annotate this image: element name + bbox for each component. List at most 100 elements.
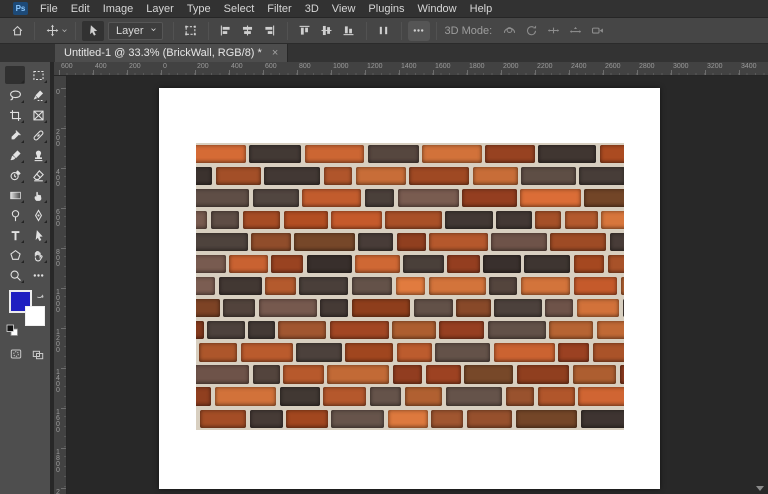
shape-tool[interactable] bbox=[5, 246, 25, 264]
menu-item-select[interactable]: Select bbox=[220, 0, 259, 18]
menu-item-plugins[interactable]: Plugins bbox=[364, 0, 408, 18]
align-bottom-edges-icon[interactable] bbox=[338, 21, 360, 41]
brick bbox=[352, 277, 393, 295]
brick bbox=[574, 255, 605, 273]
home-icon[interactable] bbox=[6, 21, 28, 41]
type-tool[interactable] bbox=[5, 226, 25, 244]
canvas-page[interactable] bbox=[159, 88, 660, 489]
swap-colors-icon[interactable] bbox=[35, 287, 46, 305]
menu-item-type[interactable]: Type bbox=[183, 0, 215, 18]
brick bbox=[223, 299, 255, 317]
brick bbox=[435, 343, 490, 361]
ruler-tick bbox=[195, 70, 196, 75]
ruler-tick bbox=[467, 70, 468, 75]
document-tab[interactable]: Untitled-1 @ 33.3% (BrickWall, RGB/8) * … bbox=[55, 44, 288, 62]
background-color-swatch[interactable] bbox=[25, 306, 45, 326]
menu-item-edit[interactable]: Edit bbox=[67, 0, 94, 18]
default-colors-icon[interactable] bbox=[6, 324, 19, 342]
menu-item-view[interactable]: View bbox=[328, 0, 360, 18]
vertical-ruler[interactable]: 02 0 04 0 06 0 08 0 01 0 0 01 2 0 01 4 0… bbox=[54, 76, 67, 494]
clone-stamp-tool[interactable] bbox=[28, 146, 48, 164]
gradient-tool[interactable] bbox=[5, 186, 25, 204]
pasteboard bbox=[67, 76, 768, 494]
object-selection-tool[interactable] bbox=[28, 86, 48, 104]
chevron-down-icon bbox=[144, 25, 158, 37]
path-selection-tool[interactable] bbox=[28, 226, 48, 244]
align-top-edges-icon[interactable] bbox=[294, 21, 316, 41]
brick bbox=[581, 410, 624, 428]
brick bbox=[593, 343, 624, 361]
menu-item-filter[interactable]: Filter bbox=[263, 0, 295, 18]
brick bbox=[385, 211, 441, 229]
brick bbox=[294, 233, 354, 251]
rectangular-marquee-tool[interactable] bbox=[28, 66, 48, 84]
options-divider bbox=[173, 22, 174, 40]
distribute-icon[interactable] bbox=[373, 21, 395, 41]
auto-select-icon[interactable] bbox=[82, 21, 104, 41]
ruler-tick bbox=[433, 70, 434, 75]
roll-3d-camera-icon[interactable] bbox=[520, 21, 542, 41]
brick bbox=[396, 277, 426, 295]
auto-select-target-dropdown[interactable]: Layer bbox=[108, 22, 163, 40]
orbit-3d-camera-icon[interactable] bbox=[498, 21, 520, 41]
brick bbox=[538, 387, 575, 405]
lasso-tool[interactable] bbox=[5, 86, 25, 104]
spot-healing-brush-tool[interactable] bbox=[28, 126, 48, 144]
drag-3d-camera-icon[interactable] bbox=[542, 21, 564, 41]
menu-item-image[interactable]: Image bbox=[99, 0, 138, 18]
brush-tool[interactable] bbox=[5, 146, 25, 164]
smudge-tool[interactable] bbox=[28, 186, 48, 204]
brick bbox=[426, 365, 461, 383]
zoom-tool[interactable] bbox=[5, 266, 25, 284]
brick bbox=[431, 410, 463, 428]
ruler-tick bbox=[93, 70, 94, 75]
brick bbox=[447, 255, 480, 273]
dolly-3d-camera-icon[interactable] bbox=[586, 21, 608, 41]
pen-tool[interactable] bbox=[28, 206, 48, 224]
options-divider bbox=[75, 22, 76, 40]
brick bbox=[253, 365, 280, 383]
horizontal-ruler[interactable]: 6004002000200400600800100012001400160018… bbox=[54, 62, 768, 76]
menu-item-layer[interactable]: Layer bbox=[142, 0, 178, 18]
ruler-number: 3400 bbox=[741, 63, 757, 70]
history-brush-tool[interactable] bbox=[5, 166, 25, 184]
slide-3d-camera-icon[interactable] bbox=[564, 21, 586, 41]
close-tab-icon[interactable]: × bbox=[272, 47, 278, 59]
ruler-number: 3000 bbox=[673, 63, 689, 70]
brick bbox=[320, 299, 348, 317]
edit-toolbar[interactable] bbox=[28, 266, 48, 284]
ruler-number: 1 2 0 0 bbox=[56, 330, 60, 354]
brick bbox=[388, 410, 428, 428]
align-horizontal-centers-icon[interactable] bbox=[237, 21, 259, 41]
screen-mode-icon[interactable] bbox=[28, 346, 48, 361]
ruler-tick bbox=[365, 70, 366, 75]
quick-mask-icon[interactable] bbox=[6, 346, 26, 361]
eyedropper-tool[interactable] bbox=[5, 126, 25, 144]
frame-tool[interactable] bbox=[28, 106, 48, 124]
dodge-tool[interactable] bbox=[5, 206, 25, 224]
crop-tool[interactable] bbox=[5, 106, 25, 124]
photoshop-window: Ps FileEditImageLayerTypeSelectFilter3DV… bbox=[0, 0, 768, 494]
align-right-edges-icon[interactable] bbox=[259, 21, 281, 41]
ruler-number: 1 8 0 0 bbox=[56, 450, 60, 474]
menu-item-3d[interactable]: 3D bbox=[301, 0, 323, 18]
eraser-tool[interactable] bbox=[28, 166, 48, 184]
brick bbox=[550, 233, 606, 251]
menu-item-help[interactable]: Help bbox=[466, 0, 497, 18]
brick bbox=[584, 189, 624, 207]
ruler-tick bbox=[501, 70, 502, 75]
menu-item-file[interactable]: File bbox=[36, 0, 62, 18]
menu-item-window[interactable]: Window bbox=[414, 0, 461, 18]
ruler-number: 800 bbox=[299, 63, 311, 70]
align-left-edges-icon[interactable] bbox=[215, 21, 237, 41]
ruler-tick bbox=[705, 70, 706, 75]
scroll-corner-icon[interactable] bbox=[756, 486, 764, 491]
brick bbox=[473, 167, 518, 185]
brick bbox=[496, 211, 531, 229]
align-vertical-centers-icon[interactable] bbox=[316, 21, 338, 41]
more-align-options-icon[interactable] bbox=[408, 21, 430, 41]
move-tool[interactable] bbox=[5, 66, 25, 84]
show-transform-controls-icon[interactable] bbox=[180, 21, 202, 41]
hand-tool[interactable] bbox=[28, 246, 48, 264]
chevron-down-icon[interactable] bbox=[60, 22, 69, 40]
